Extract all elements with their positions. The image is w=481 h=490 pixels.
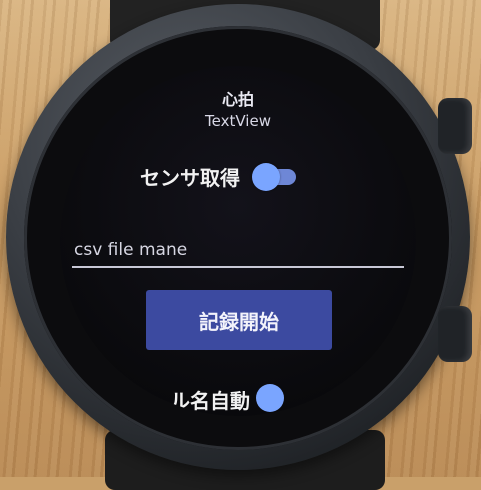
toggle-thumb	[256, 384, 284, 412]
csv-filename-input[interactable]	[72, 234, 404, 268]
watch-crown-bottom-button[interactable]	[438, 306, 472, 362]
heart-rate-textview: TextView	[205, 112, 271, 130]
app-title: 心拍	[221, 90, 254, 109]
auto-filename-toggle-row[interactable]: ル名自動	[170, 382, 290, 416]
sensor-toggle-label: センサ取得	[140, 166, 240, 190]
sensor-toggle-switch[interactable]	[248, 162, 296, 191]
watch-crown-top-button[interactable]	[438, 98, 472, 154]
watch-screen: 心拍 TextView センサ取得 記録開始 ル名自動	[60, 66, 416, 416]
auto-filename-toggle-switch[interactable]	[256, 382, 290, 416]
toggle-thumb	[252, 162, 280, 191]
sensor-toggle-row[interactable]: センサ取得	[140, 162, 296, 191]
auto-filename-label: ル名自動	[170, 388, 250, 413]
start-recording-button[interactable]: 記録開始	[146, 290, 332, 350]
